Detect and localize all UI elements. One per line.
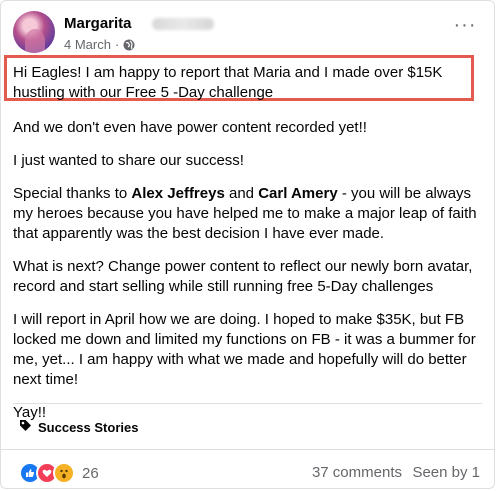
- seen-by-link[interactable]: Seen by 1: [412, 464, 480, 481]
- content-divider: [13, 403, 482, 404]
- paragraph-5: What is next? Change power content to re…: [13, 258, 473, 295]
- post-header: Margarita 4 March · ···: [13, 11, 483, 55]
- p4-text-start: Special thanks to: [13, 185, 132, 202]
- author-name[interactable]: Margarita: [64, 15, 132, 32]
- paragraph-6: I will report in April how we are doing.…: [13, 311, 476, 388]
- p4-text-and: and: [224, 185, 259, 202]
- comments-count-link[interactable]: 37 comments: [312, 464, 402, 481]
- post-card: Margarita 4 March · ··· Hi Eagles! I am …: [0, 0, 495, 489]
- mention-alex-jeffreys[interactable]: Alex Jeffreys: [131, 185, 224, 202]
- topic-tag[interactable]: Success Stories: [19, 419, 138, 435]
- globe-icon: [123, 39, 135, 51]
- reaction-count: 26: [82, 464, 99, 482]
- wow-icon: [53, 462, 75, 484]
- paragraph-2: And we don't even have power content rec…: [13, 119, 367, 136]
- paragraph-3: I just wanted to share our success!: [13, 152, 244, 169]
- meta-separator: ·: [114, 37, 120, 52]
- reactions-summary[interactable]: 26: [19, 462, 99, 484]
- paragraph-4: Special thanks to Alex Jeffreys and Carl…: [13, 184, 483, 244]
- redacted-surname: [152, 18, 214, 30]
- paragraph-1: Hi Eagles! I am happy to report that Mar…: [13, 64, 443, 101]
- avatar[interactable]: [13, 11, 55, 53]
- tag-icon: [19, 419, 38, 435]
- post-meta: 4 March ·: [64, 37, 135, 52]
- post-body: Hi Eagles! I am happy to report that Mar…: [13, 61, 483, 436]
- footer-divider: [1, 449, 494, 450]
- mention-carl-amery[interactable]: Carl Amery: [258, 185, 337, 202]
- tag-label: Success Stories: [38, 419, 139, 435]
- more-options-icon[interactable]: ···: [451, 15, 479, 37]
- post-date[interactable]: 4 March: [64, 37, 111, 52]
